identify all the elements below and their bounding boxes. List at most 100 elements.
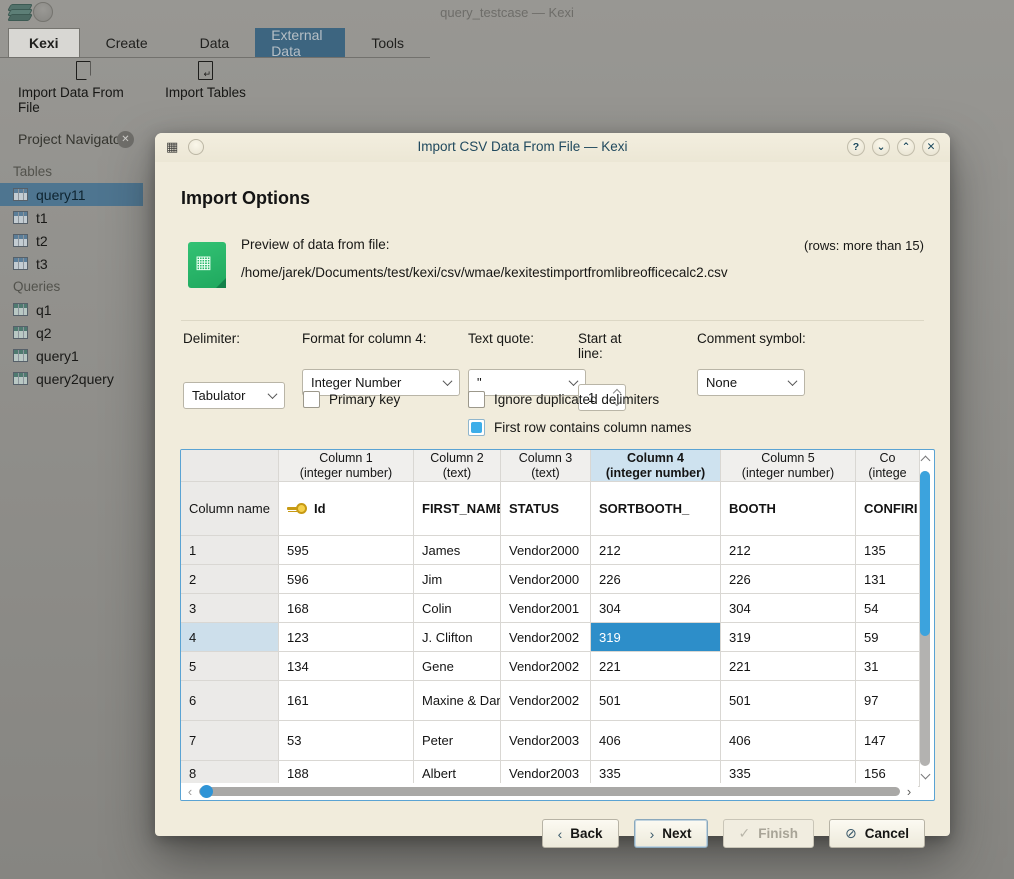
first-row-column-names-checkbox[interactable]: First row contains column names <box>468 419 691 436</box>
delimiter-select[interactable]: Tabulator <box>183 382 285 409</box>
vscroll-thumb[interactable] <box>920 471 930 636</box>
data-cell[interactable]: 304 <box>591 594 721 623</box>
column-name-cell[interactable]: FIRST_NAME <box>414 482 501 536</box>
sidebar-item-t3[interactable]: t3 <box>0 252 143 275</box>
cancel-button[interactable]: ⊘Cancel <box>829 819 925 848</box>
primary-key-checkbox[interactable]: Primary key <box>303 391 400 408</box>
preview-column-header[interactable]: Column 5(integer number) <box>721 450 856 482</box>
column-name-cell[interactable]: CONFIRI <box>856 482 920 536</box>
import-data-from-file-button[interactable]: Import Data From File <box>18 61 148 115</box>
scroll-left-icon[interactable]: ‹ <box>181 784 199 799</box>
comment-symbol-select[interactable]: None <box>697 369 805 396</box>
shade-icon[interactable]: ⌄ <box>872 138 890 156</box>
column-name-cell[interactable]: STATUS <box>501 482 591 536</box>
scroll-down-icon[interactable] <box>921 770 931 780</box>
scroll-right-icon[interactable]: › <box>900 784 918 799</box>
row-header-cell[interactable]: 3 <box>181 594 279 623</box>
data-cell[interactable]: 221 <box>591 652 721 681</box>
data-cell[interactable]: 131 <box>856 565 920 594</box>
data-cell[interactable]: Gene <box>414 652 501 681</box>
data-cell[interactable]: 406 <box>591 721 721 761</box>
data-cell[interactable]: 319 <box>591 623 721 652</box>
data-cell[interactable]: 123 <box>279 623 414 652</box>
data-cell[interactable]: 221 <box>721 652 856 681</box>
preview-column-header[interactable]: Column 2(text) <box>414 450 501 482</box>
data-cell[interactable]: 226 <box>721 565 856 594</box>
sidebar-item-query11[interactable]: query11 <box>0 183 143 206</box>
close-icon[interactable]: ✕ <box>922 138 940 156</box>
data-cell[interactable]: Vendor2003 <box>501 721 591 761</box>
data-cell[interactable]: 53 <box>279 721 414 761</box>
sidebar-item-t2[interactable]: t2 <box>0 229 143 252</box>
tab-external-data[interactable]: External Data <box>255 28 345 57</box>
data-cell[interactable]: 168 <box>279 594 414 623</box>
data-cell[interactable]: 97 <box>856 681 920 721</box>
data-cell[interactable]: Vendor2001 <box>501 594 591 623</box>
hscroll-thumb[interactable] <box>200 785 213 798</box>
data-cell[interactable]: Colin <box>414 594 501 623</box>
preview-column-header[interactable]: Column 4(integer number) <box>591 450 721 482</box>
row-header-cell[interactable]: 4 <box>181 623 279 652</box>
data-cell[interactable]: 226 <box>591 565 721 594</box>
close-icon[interactable]: ✕ <box>117 131 134 148</box>
data-cell[interactable]: Vendor2000 <box>501 536 591 565</box>
data-cell[interactable]: 595 <box>279 536 414 565</box>
data-cell[interactable]: Maxine & Dan <box>414 681 501 721</box>
sidebar-item-q2[interactable]: q2 <box>0 321 143 344</box>
maximize-icon[interactable]: ⌃ <box>897 138 915 156</box>
data-cell[interactable]: 212 <box>591 536 721 565</box>
data-cell[interactable]: 406 <box>721 721 856 761</box>
data-cell[interactable]: Peter <box>414 721 501 761</box>
data-cell[interactable]: 54 <box>856 594 920 623</box>
row-header-cell[interactable]: 1 <box>181 536 279 565</box>
data-cell[interactable]: Vendor2002 <box>501 623 591 652</box>
dialog-menu-button[interactable] <box>188 139 204 155</box>
data-cell[interactable]: 31 <box>856 652 920 681</box>
tab-tools[interactable]: Tools <box>345 28 430 57</box>
table-row: 4123J. CliftonVendor200231931959 <box>181 623 920 652</box>
scroll-up-icon[interactable] <box>921 456 931 466</box>
vertical-scrollbar[interactable] <box>918 451 933 782</box>
sidebar-item-q1[interactable]: q1 <box>0 298 143 321</box>
sidebar-item-query1[interactable]: query1 <box>0 344 143 367</box>
data-cell[interactable]: 596 <box>279 565 414 594</box>
data-cell[interactable]: 161 <box>279 681 414 721</box>
column-name-cell[interactable]: Id <box>279 482 414 536</box>
row-header-cell[interactable]: 6 <box>181 681 279 721</box>
data-cell[interactable]: Vendor2002 <box>501 681 591 721</box>
tab-data[interactable]: Data <box>174 28 256 57</box>
preview-column-header[interactable]: Co(intege <box>856 450 920 482</box>
data-cell[interactable]: James <box>414 536 501 565</box>
tab-create[interactable]: Create <box>80 28 174 57</box>
data-cell[interactable]: 147 <box>856 721 920 761</box>
tab-kexi[interactable]: Kexi <box>8 28 80 57</box>
data-cell[interactable]: Jim <box>414 565 501 594</box>
column-name-cell[interactable]: BOOTH <box>721 482 856 536</box>
next-button[interactable]: ›Next <box>634 819 708 848</box>
data-cell[interactable]: 134 <box>279 652 414 681</box>
row-header-cell[interactable]: 7 <box>181 721 279 761</box>
row-header-cell[interactable]: 2 <box>181 565 279 594</box>
preview-column-header[interactable]: Column 1(integer number) <box>279 450 414 482</box>
data-cell[interactable]: 212 <box>721 536 856 565</box>
back-button[interactable]: ‹Back <box>542 819 619 848</box>
import-tables-button[interactable]: ↵ Import Tables <box>158 61 253 100</box>
data-cell[interactable]: 135 <box>856 536 920 565</box>
preview-column-header[interactable]: Column 3(text) <box>501 450 591 482</box>
data-cell[interactable]: 304 <box>721 594 856 623</box>
data-cell[interactable]: J. Clifton <box>414 623 501 652</box>
data-cell[interactable]: 59 <box>856 623 920 652</box>
data-cell[interactable]: Vendor2002 <box>501 652 591 681</box>
row-header-cell[interactable]: 5 <box>181 652 279 681</box>
sidebar-item-query2query[interactable]: query2query <box>0 367 143 390</box>
column-name-cell[interactable]: SORTBOOTH_ <box>591 482 721 536</box>
data-cell[interactable]: 501 <box>591 681 721 721</box>
data-cell[interactable]: 319 <box>721 623 856 652</box>
horizontal-scrollbar[interactable]: ‹ › <box>181 783 918 800</box>
sidebar-item-t1[interactable]: t1 <box>0 206 143 229</box>
data-cell[interactable]: 501 <box>721 681 856 721</box>
help-icon[interactable]: ? <box>847 138 865 156</box>
data-cell[interactable]: Vendor2000 <box>501 565 591 594</box>
ignore-duplicated-delimiters-checkbox[interactable]: Ignore duplicated delimiters <box>468 391 659 408</box>
dialog-titlebar[interactable]: ▦ Import CSV Data From File — Kexi ? ⌄ ⌃… <box>155 133 950 162</box>
